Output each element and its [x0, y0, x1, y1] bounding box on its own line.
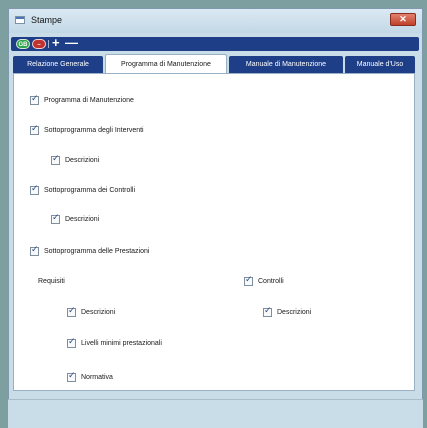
- option-label: Livelli minimi prestazionali: [81, 339, 162, 347]
- option-label: Sottoprogramma dei Controlli: [44, 186, 136, 194]
- option-requisiti-descrizioni[interactable]: Descrizioni: [67, 306, 115, 318]
- toolbar: GB – + —: [11, 36, 419, 51]
- red-toggle-button[interactable]: –: [32, 39, 46, 49]
- green-toggle-button[interactable]: GB: [16, 39, 30, 49]
- checkbox[interactable]: [263, 306, 272, 317]
- option-interventi-descrizioni[interactable]: Descrizioni: [51, 154, 99, 166]
- option-livelli-minimi[interactable]: Livelli minimi prestazionali: [67, 337, 162, 349]
- title-bar: Stampe ✕: [9, 9, 422, 33]
- option-label: Descrizioni: [65, 156, 100, 164]
- option-prestazioni[interactable]: Sottoprogramma delle Prestazioni: [30, 245, 149, 257]
- option-controlli-descrizioni[interactable]: Descrizioni: [51, 213, 99, 225]
- option-label: Descrizioni: [81, 308, 116, 316]
- option-programma[interactable]: Programma di Manutenzione: [30, 94, 134, 106]
- options-panel: Programma di Manutenzione Sottoprogramma…: [13, 73, 415, 391]
- tab-relazione-generale[interactable]: Relazione Generale: [13, 56, 103, 73]
- checkbox[interactable]: [30, 245, 39, 256]
- checkbox[interactable]: [244, 275, 253, 286]
- tab-manuale-uso[interactable]: Manuale d'Uso: [345, 56, 415, 73]
- option-label: Controlli: [258, 277, 284, 285]
- requisiti-heading: Requisiti: [38, 275, 65, 287]
- checkbox[interactable]: [67, 371, 76, 382]
- add-icon[interactable]: +: [52, 36, 60, 50]
- requisiti-label: Requisiti: [38, 277, 65, 285]
- option-controlli-group-descrizioni[interactable]: Descrizioni: [263, 306, 311, 318]
- tab-strip: Relazione Generale Programma di Manutenz…: [13, 54, 417, 73]
- checkbox[interactable]: [30, 94, 39, 105]
- checkbox[interactable]: [51, 213, 60, 224]
- checkbox[interactable]: [30, 124, 39, 135]
- option-controlli[interactable]: Sottoprogramma dei Controlli: [30, 184, 135, 196]
- option-interventi[interactable]: Sottoprogramma degli Interventi: [30, 124, 144, 136]
- option-controlli-group[interactable]: Controlli: [244, 275, 284, 287]
- toolbar-separator: [48, 40, 49, 48]
- option-label: Normativa: [81, 373, 113, 381]
- option-normativa[interactable]: Normativa: [67, 371, 113, 383]
- option-label: Programma di Manutenzione: [44, 96, 134, 104]
- checkbox[interactable]: [30, 184, 39, 195]
- close-button[interactable]: ✕: [390, 13, 416, 26]
- tab-programma-manutenzione[interactable]: Programma di Manutenzione: [105, 54, 227, 73]
- option-label: Descrizioni: [65, 215, 100, 223]
- checkbox[interactable]: [67, 337, 76, 348]
- window-title: Stampe: [31, 15, 63, 25]
- checkbox[interactable]: [51, 154, 60, 165]
- option-label: Sottoprogramma degli Interventi: [44, 126, 144, 134]
- remove-icon[interactable]: —: [65, 36, 78, 50]
- option-label: Sottoprogramma delle Prestazioni: [44, 247, 150, 255]
- window-icon: [15, 16, 25, 24]
- option-label: Descrizioni: [277, 308, 312, 316]
- checkbox[interactable]: [67, 306, 76, 317]
- status-bar: [8, 399, 423, 428]
- tab-manuale-manutenzione[interactable]: Manuale di Manutenzione: [229, 56, 343, 73]
